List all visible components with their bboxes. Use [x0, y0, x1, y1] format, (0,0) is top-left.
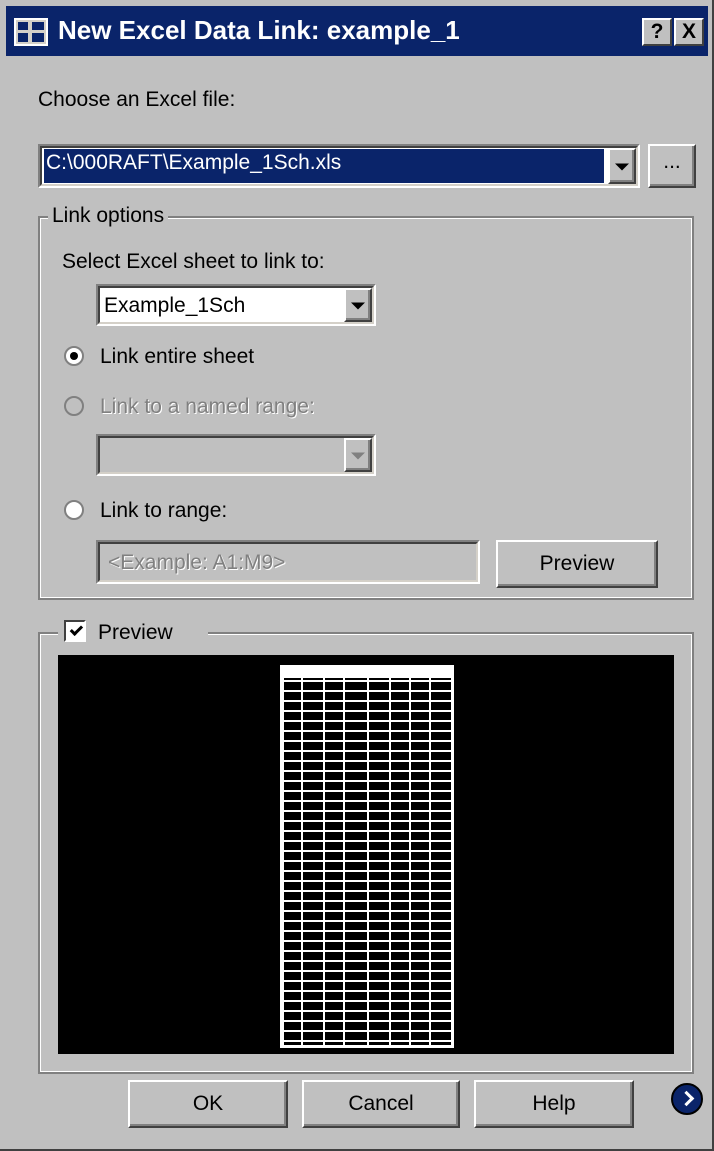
- sheet-combobox[interactable]: Example_1Sch: [96, 284, 376, 326]
- radio-selected-dot: [70, 352, 78, 360]
- file-label: Choose an Excel file:: [38, 88, 236, 111]
- file-path-value: C:\000RAFT\Example_1Sch.xls: [44, 149, 604, 183]
- radio-link-named-range-label[interactable]: Link to a named range:: [100, 395, 315, 419]
- help-button[interactable]: Help: [474, 1080, 634, 1128]
- range-input[interactable]: <Example: A1:M9>: [96, 540, 480, 584]
- sheet-label: Select Excel sheet to link to:: [62, 250, 325, 273]
- named-range-dropdown-button[interactable]: [344, 438, 372, 472]
- ok-button[interactable]: OK: [128, 1080, 288, 1128]
- radio-link-entire-sheet-label[interactable]: Link entire sheet: [100, 345, 254, 369]
- help-icon[interactable]: ?: [642, 18, 672, 46]
- radio-link-entire-sheet[interactable]: [64, 346, 84, 366]
- chevron-right-icon: [678, 1090, 695, 1107]
- named-range-combobox[interactable]: [96, 434, 376, 476]
- ok-button-label: OK: [192, 1092, 224, 1115]
- browse-button[interactable]: ...: [648, 144, 696, 188]
- chevron-right-circle-icon[interactable]: [671, 1083, 703, 1115]
- preview-checkbox[interactable]: [64, 620, 86, 642]
- cancel-button[interactable]: Cancel: [302, 1080, 460, 1128]
- checkmark-icon: [69, 622, 84, 637]
- cancel-button-label: Cancel: [348, 1092, 414, 1115]
- excel-data-link-icon: [14, 18, 48, 46]
- radio-link-to-range[interactable]: [64, 500, 84, 520]
- preview-checkbox-label[interactable]: Preview: [98, 621, 173, 645]
- help-button-label: Help: [532, 1092, 576, 1115]
- range-placeholder: <Example: A1:M9>: [108, 551, 286, 574]
- file-dropdown-button[interactable]: [608, 148, 636, 184]
- window-title: New Excel Data Link: example_1: [58, 15, 460, 45]
- chevron-down-icon: [351, 452, 365, 460]
- excel-data-link-dialog: New Excel Data Link: example_1 ? X Choos…: [0, 0, 714, 1151]
- sheet-preview-image: [280, 665, 454, 1048]
- range-preview-button[interactable]: Preview: [496, 540, 658, 588]
- radio-link-named-range[interactable]: [64, 396, 84, 416]
- title-bar[interactable]: New Excel Data Link: example_1 ? X: [6, 6, 708, 56]
- file-combobox[interactable]: C:\000RAFT\Example_1Sch.xls: [38, 144, 640, 188]
- sheet-dropdown-button[interactable]: [344, 288, 372, 322]
- browse-button-label: ...: [663, 150, 681, 173]
- close-icon[interactable]: X: [674, 18, 704, 46]
- chevron-down-icon: [615, 163, 629, 171]
- link-options-legend: Link options: [48, 204, 169, 228]
- radio-link-to-range-label[interactable]: Link to range:: [100, 499, 227, 523]
- preview-area: [58, 655, 674, 1054]
- sheet-value: Example_1Sch: [104, 294, 246, 317]
- chevron-down-icon: [351, 302, 365, 310]
- range-preview-button-label: Preview: [539, 552, 615, 575]
